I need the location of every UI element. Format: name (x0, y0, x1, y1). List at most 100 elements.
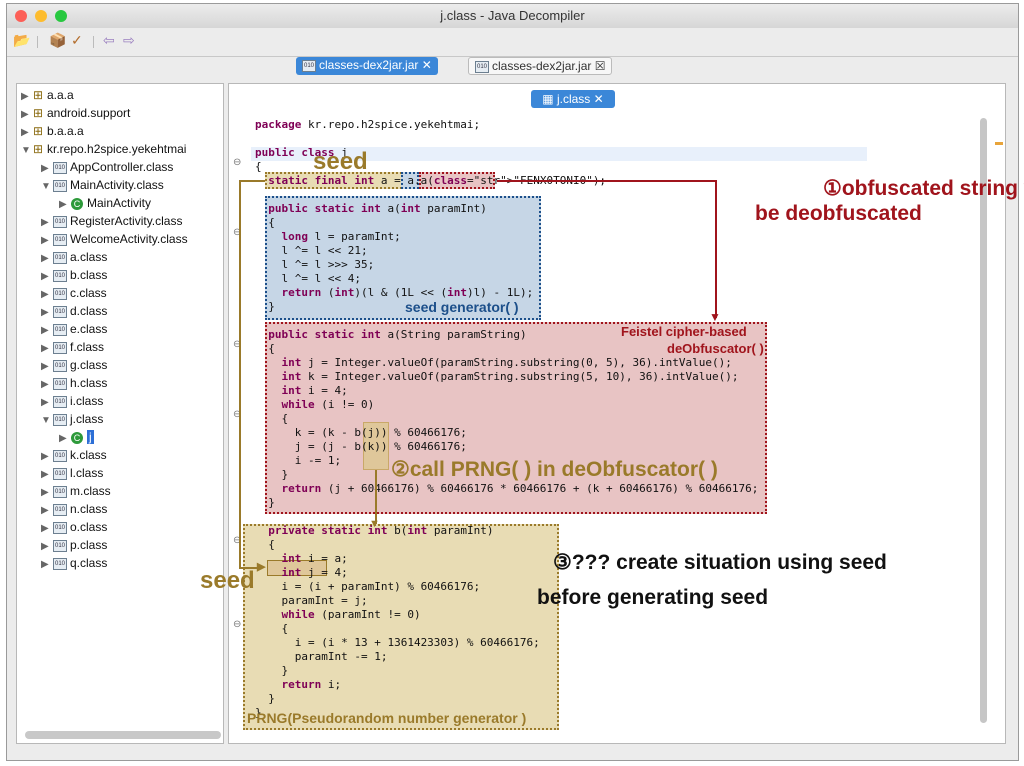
tree-item[interactable]: ▶ 010 d.class (41, 304, 107, 322)
tree-item[interactable]: ▼ ⊞ kr.repo.h2spice.yekehtmai (21, 142, 186, 160)
class-file-icon: 010 (53, 161, 67, 174)
tree-item[interactable]: ▶ 010 l.class (41, 466, 103, 484)
forward-icon[interactable]: ⇨ (123, 32, 135, 49)
chevron-right-icon[interactable]: ▶ (41, 343, 53, 354)
tree-item[interactable]: ▶ 010 f.class (41, 340, 104, 358)
tree-item[interactable]: ▶ 010 g.class (41, 358, 107, 376)
chevron-right-icon[interactable]: ▶ (41, 379, 53, 390)
chevron-right-icon[interactable]: ▶ (41, 397, 53, 408)
obfuscated-string-note: ①obfuscated string will (823, 177, 1024, 200)
tree-item[interactable]: ▶ 010 h.class (41, 376, 107, 394)
tree-item[interactable]: ▶ 010 k.class (41, 448, 107, 466)
chevron-right-icon[interactable]: ▶ (41, 505, 53, 516)
tree-item[interactable]: ▶ 010 RegisterActivity.class (41, 214, 182, 232)
chevron-right-icon[interactable]: ▶ (41, 451, 53, 462)
pin-icon[interactable]: ✓ (71, 32, 83, 49)
chevron-right-icon[interactable]: ▶ (59, 199, 71, 210)
tree-item-label: p.class (70, 538, 108, 552)
close-icon[interactable]: ✕ (422, 58, 432, 72)
code-line: j = (j - b(k)) % 60466176; (255, 440, 467, 453)
source-code[interactable]: package kr.repo.h2spice.yekehtmai; publi… (255, 118, 758, 720)
tree-item-label: a.a.a (47, 88, 74, 102)
toolbar: 📂 📦 ✓ ⇦ ⇨ (7, 28, 1018, 57)
horizontal-scrollbar[interactable] (25, 731, 221, 739)
obfuscated-string-note-2: be deobfuscated (755, 202, 922, 225)
code-line: int j = Integer.valueOf(paramString.subs… (281, 356, 732, 369)
tree-item[interactable]: ▶ 010 a.class (41, 250, 107, 268)
tree-item-label: j.class (70, 412, 104, 426)
chevron-right-icon[interactable]: ▶ (21, 127, 33, 138)
tab-classes-dex2jar[interactable]: 010 classes-dex2jar.jar ☒ (468, 57, 613, 75)
tab-classes-dex2jar-active[interactable]: 010 classes-dex2jar.jar ✕ (296, 57, 438, 75)
tab-j-class[interactable]: ▦ j.class ✕ (531, 90, 615, 108)
code-line: long l = paramInt; (281, 230, 401, 243)
chevron-right-icon[interactable]: ▶ (41, 523, 53, 534)
class-file-icon: 010 (53, 377, 67, 390)
chevron-right-icon[interactable]: ▶ (41, 163, 53, 174)
tree-item[interactable]: ▶ 010 q.class (41, 556, 107, 574)
folder-open-icon[interactable]: 📂 (13, 32, 30, 49)
chevron-down-icon[interactable]: ▼ (41, 415, 53, 426)
chevron-right-icon[interactable]: ▶ (41, 325, 53, 336)
chevron-down-icon[interactable]: ▼ (21, 145, 33, 156)
bookmark-icon[interactable]: 📦 (49, 32, 66, 49)
chevron-right-icon[interactable]: ▶ (41, 559, 53, 570)
tree-item[interactable]: ▶ 010 c.class (41, 286, 107, 304)
tree-item[interactable]: ▶ 010 i.class (41, 394, 103, 412)
tree-item[interactable]: ▼ 010 j.class (41, 412, 103, 430)
code-line: while (paramInt != 0) (281, 608, 421, 621)
chevron-right-icon[interactable]: ▶ (21, 109, 33, 120)
code-line: int k = Integer.valueOf(paramString.subs… (281, 370, 739, 383)
package-tree: ▶ ⊞ a.a.a ▶ ⊞ android.support ▶ ⊞ b.a.a.a ▼ ⊞ kr.re… (16, 83, 224, 744)
tree-item[interactable]: ▶ 010 m.class (41, 484, 111, 502)
code-line: public static int a(int paramInt) (268, 202, 487, 215)
chevron-right-icon[interactable]: ▶ (41, 541, 53, 552)
tree-item[interactable]: ▶ 010 b.class (41, 268, 107, 286)
back-icon[interactable]: ⇦ (103, 32, 115, 49)
close-icon[interactable]: ☒ (595, 59, 606, 73)
tree-item[interactable]: ▶ Cj (59, 430, 94, 448)
tree-item[interactable]: ▶ ⊞ b.a.a.a (21, 124, 84, 142)
class-file-icon: 010 (53, 251, 67, 264)
chevron-right-icon[interactable]: ▶ (41, 361, 53, 372)
class-type-icon: C (71, 431, 83, 444)
chevron-right-icon[interactable]: ▶ (41, 217, 53, 228)
tree-item-label: RegisterActivity.class (70, 214, 183, 228)
tree-item[interactable]: ▶ 010 o.class (41, 520, 107, 538)
tree-item[interactable]: ▶ 010 WelcomeActivity.class (41, 232, 188, 250)
close-icon[interactable]: ✕ (594, 92, 604, 106)
chevron-right-icon[interactable]: ▶ (41, 307, 53, 318)
arrow-down-icon: ▼ (369, 518, 380, 530)
chevron-right-icon[interactable]: ▶ (41, 271, 53, 282)
fold-icon[interactable]: ⊖ (233, 157, 241, 168)
tree-item[interactable]: ▶ ⊞ a.a.a (21, 88, 74, 106)
tree-item[interactable]: ▶ 010 AppController.class (41, 160, 173, 178)
tree-item-label: g.class (70, 358, 108, 372)
tree-item[interactable]: ▶ C MainActivity (59, 196, 151, 214)
create-situation-note-2: before generating seed (537, 586, 769, 609)
tree-item[interactable]: ▶ 010 p.class (41, 538, 107, 556)
tree-item[interactable]: ▶ ⊞ android.support (21, 106, 130, 124)
chevron-right-icon[interactable]: ▶ (41, 487, 53, 498)
class-file-icon: 010 (53, 305, 67, 318)
chevron-right-icon[interactable]: ▶ (59, 433, 71, 444)
create-situation-note: ③??? create situation using seed (553, 551, 887, 574)
tree-item-label: d.class (70, 304, 108, 318)
vertical-scrollbar[interactable] (980, 118, 987, 723)
tree-item[interactable]: ▶ 010 e.class (41, 322, 107, 340)
chevron-right-icon[interactable]: ▶ (21, 91, 33, 102)
code-line: l ^= l >>> 35; (255, 258, 375, 271)
prng-label: PRNG(Pseudorandom number generator ) (247, 710, 527, 726)
chevron-right-icon[interactable]: ▶ (41, 289, 53, 300)
tree-item[interactable]: ▶ 010 n.class (41, 502, 107, 520)
code-line: return (int)(l & (1L << (int)l) - 1L); (281, 286, 534, 299)
chevron-down-icon[interactable]: ▼ (41, 181, 53, 192)
arrow-line (375, 470, 377, 524)
chevron-right-icon[interactable]: ▶ (41, 469, 53, 480)
chevron-right-icon[interactable]: ▶ (41, 253, 53, 264)
arrow-right-icon: ▶ (257, 561, 266, 573)
class-file-icon: 010 (53, 521, 67, 534)
fold-icon[interactable]: ⊖ (233, 619, 241, 630)
chevron-right-icon[interactable]: ▶ (41, 235, 53, 246)
tree-item[interactable]: ▼ 010 MainActivity.class (41, 178, 164, 196)
